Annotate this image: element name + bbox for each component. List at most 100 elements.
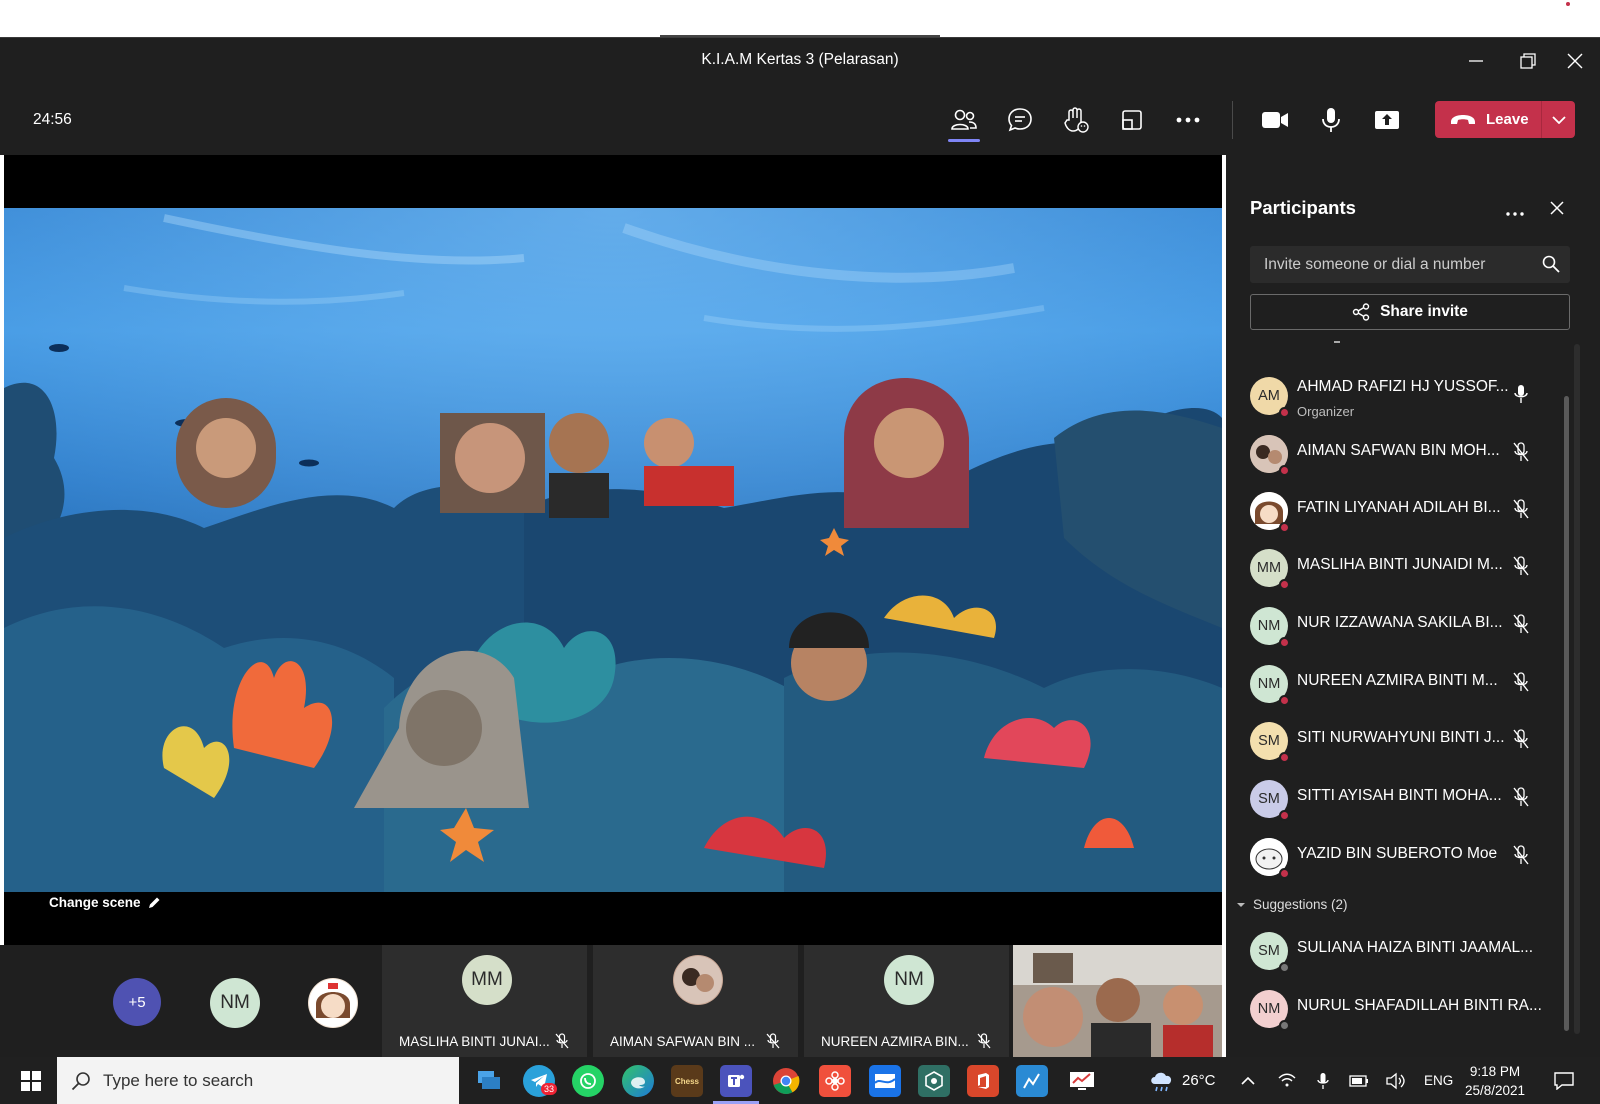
mail-app[interactable] <box>869 1065 901 1097</box>
clock-time: 9:18 PM <box>1469 1064 1521 1079</box>
start-button[interactable] <box>8 1057 54 1104</box>
chess-app-label: Chess <box>674 1076 699 1086</box>
status-indicator <box>1279 522 1290 533</box>
caret-down-icon <box>1237 902 1245 907</box>
more-actions-button[interactable] <box>1168 102 1208 138</box>
participant-row[interactable]: YAZID BIN SUBEROTO Moe <box>1226 825 1556 883</box>
status-indicator <box>1279 752 1290 763</box>
close-icon <box>1550 201 1564 215</box>
microphone-icon <box>1317 1073 1329 1089</box>
teams-icon <box>728 1074 745 1087</box>
settings-app[interactable] <box>918 1065 950 1097</box>
window-titlebar: K.I.A.M Kertas 3 (Pelarasan) <box>0 37 1600 83</box>
gallery-avatar-photo[interactable] <box>308 978 358 1028</box>
participant-row[interactable]: NM NUREEN AZMIRA BINTI M... <box>1226 652 1556 710</box>
language-indicator[interactable]: ENG <box>1424 1073 1453 1088</box>
participant-row[interactable]: AM AHMAD RAFIZI HJ YUSSOF... Organizer <box>1226 364 1556 422</box>
edge-app[interactable] <box>622 1065 654 1097</box>
meeting-timer: 24:56 <box>33 111 72 128</box>
panel-close-button[interactable] <box>1550 201 1564 220</box>
leave-button[interactable]: Leave <box>1435 101 1541 138</box>
participant-row[interactable]: SM SITI NURWAHYUNI BINTI J... <box>1226 709 1556 767</box>
share-tray-icon <box>1375 111 1399 129</box>
avatar-initials: SM <box>1258 943 1280 959</box>
taskbar-search-placeholder: Type here to search <box>103 1070 254 1090</box>
status-indicator <box>1279 962 1290 973</box>
monitor-chart-icon <box>1070 1072 1094 1090</box>
minimize-button[interactable] <box>1461 46 1491 76</box>
tile-name: NUREEN AZMIRA BIN... <box>821 1034 969 1049</box>
gallery-tile[interactable]: AIMAN SAFWAN BIN ... <box>593 945 798 1057</box>
chrome-app[interactable] <box>770 1065 802 1097</box>
teams-app[interactable] <box>720 1065 752 1097</box>
gallery-tile[interactable]: NM NUREEN AZMIRA BIN... <box>804 945 1009 1057</box>
toolbar-divider <box>1232 101 1233 139</box>
close-window-button[interactable] <box>1560 46 1590 76</box>
volume-button[interactable] <box>1380 1065 1412 1097</box>
recorder-app[interactable] <box>819 1065 851 1097</box>
temperature: 26°C <box>1182 1072 1216 1089</box>
microphone-icon <box>1322 108 1340 132</box>
whatsapp-app[interactable] <box>572 1065 604 1097</box>
share-screen-button[interactable] <box>1367 102 1407 138</box>
participant-row[interactable]: FATIN LIYANAH ADILAH BI... <box>1226 479 1556 537</box>
scrollbar-track[interactable] <box>1574 344 1580 1034</box>
analytics-app[interactable] <box>1066 1065 1098 1097</box>
self-video-preview[interactable] <box>1013 945 1222 1057</box>
network-button[interactable] <box>1271 1065 1303 1097</box>
notifications-button[interactable] <box>1548 1065 1580 1097</box>
mic-off-icon <box>1513 729 1529 749</box>
panel-more-button[interactable] <box>1506 203 1524 221</box>
participant-row[interactable]: NM NUR IZZAWANA SAKILA BI... <box>1226 594 1556 652</box>
microphone-button[interactable] <box>1311 102 1351 138</box>
task-view-button[interactable] <box>473 1065 505 1097</box>
participant-name: SITTI AYISAH BINTI MOHA... <box>1297 787 1502 804</box>
participant-role: Organizer <box>1297 404 1355 419</box>
taskbar-search-box[interactable]: Type here to search <box>57 1057 459 1104</box>
scrollbar-thumb[interactable] <box>1564 396 1569 1031</box>
meeting-toolbar: 24:56 Leave <box>0 83 1600 155</box>
suggestion-row[interactable]: NM NURUL SHAFADILLAH BINTI RA... <box>1226 977 1556 1035</box>
share-invite-button[interactable]: Share invite <box>1250 294 1570 330</box>
restore-button[interactable] <box>1513 46 1543 76</box>
suggestion-row[interactable]: SM SULIANA HAIZA BINTI JAAMAL... <box>1226 919 1556 977</box>
battery-button[interactable] <box>1343 1065 1375 1097</box>
leave-options-button[interactable] <box>1542 101 1575 138</box>
mic-off-icon <box>1513 614 1529 634</box>
suggestions-header[interactable]: Suggestions (2) <box>1236 897 1348 912</box>
gallery-tile[interactable]: MM MASLIHA BINTI JUNAI... <box>382 945 587 1057</box>
participant-row[interactable]: SM SITTI AYISAH BINTI MOHA... <box>1226 767 1556 825</box>
chess-app[interactable]: Chess <box>671 1065 703 1097</box>
rain-cloud-icon <box>1151 1072 1172 1092</box>
status-indicator <box>1279 868 1290 879</box>
change-scene-button[interactable]: Change scene <box>49 895 161 910</box>
gallery-avatar[interactable]: NM <box>210 978 260 1028</box>
overflow-participants-badge[interactable]: +5 <box>113 978 161 1026</box>
tray-mic-button[interactable] <box>1307 1065 1339 1097</box>
participant-name: SITI NURWAHYUNI BINTI J... <box>1297 729 1505 746</box>
notification-icon <box>1554 1072 1574 1090</box>
flower-icon <box>825 1071 845 1091</box>
participant-row[interactable]: MM MASLIHA BINTI JUNAIDI M... <box>1226 536 1556 594</box>
tray-overflow-button[interactable] <box>1232 1065 1264 1097</box>
camera-button[interactable] <box>1255 102 1295 138</box>
avatar-initials: NM <box>1257 1001 1281 1017</box>
participants-button[interactable] <box>944 102 984 142</box>
participant-name: AHMAD RAFIZI HJ YUSSOF... <box>1297 378 1509 395</box>
taskbar-clock[interactable]: 9:18 PM 25/8/2021 <box>1460 1062 1530 1100</box>
chat-button[interactable] <box>1000 102 1040 138</box>
status-indicator <box>1279 695 1290 706</box>
whiteboard-app[interactable] <box>1016 1065 1048 1097</box>
office-app[interactable] <box>967 1065 999 1097</box>
rooms-button[interactable] <box>1112 102 1152 138</box>
participant-row[interactable]: AIMAN SAFWAN BIN MOH... <box>1226 422 1556 480</box>
weather-widget[interactable] <box>1146 1065 1178 1097</box>
invite-search-input[interactable]: Invite someone or dial a number <box>1250 246 1570 283</box>
tile-name: AIMAN SAFWAN BIN ... <box>610 1034 756 1049</box>
reactions-button[interactable] <box>1056 102 1096 138</box>
pen-chart-icon <box>1023 1073 1040 1089</box>
edge-icon <box>631 1077 645 1089</box>
status-indicator <box>1279 1020 1290 1031</box>
clock-date: 25/8/2021 <box>1464 1083 1526 1098</box>
avatar-initials: SM <box>1258 791 1280 807</box>
